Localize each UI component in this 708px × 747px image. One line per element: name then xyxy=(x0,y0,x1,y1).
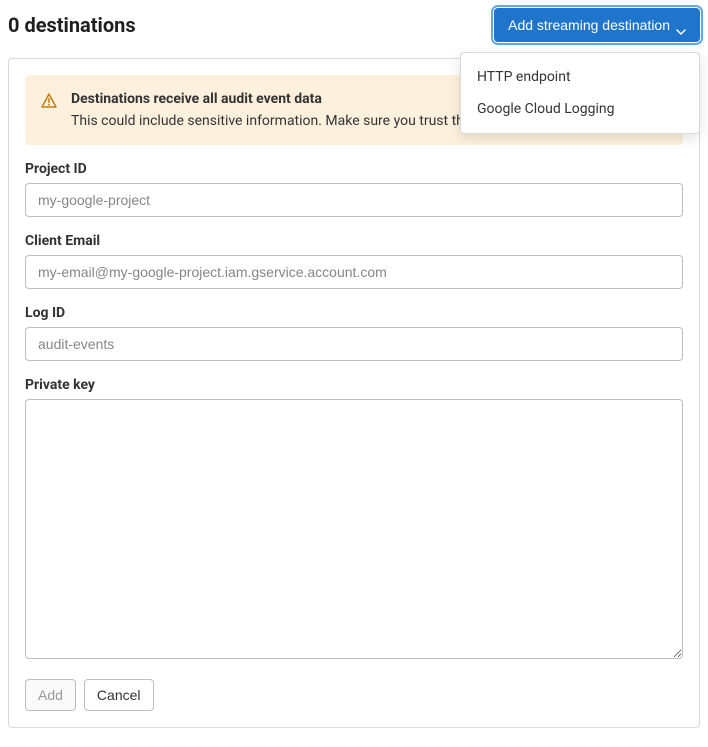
log-id-input[interactable] xyxy=(25,327,683,361)
warning-icon xyxy=(41,93,57,109)
add-streaming-destination-button[interactable]: Add streaming destination xyxy=(494,8,700,42)
project-id-label: Project ID xyxy=(25,161,683,177)
cancel-button[interactable]: Cancel xyxy=(84,679,154,711)
dropdown-item-http-endpoint[interactable]: HTTP endpoint xyxy=(461,61,699,93)
project-id-input[interactable] xyxy=(25,183,683,217)
private-key-label: Private key xyxy=(25,377,683,393)
dropdown-item-google-cloud-logging[interactable]: Google Cloud Logging xyxy=(461,93,699,125)
chevron-down-icon xyxy=(676,22,686,28)
client-email-input[interactable] xyxy=(25,255,683,289)
client-email-label: Client Email xyxy=(25,233,683,249)
destination-type-dropdown: HTTP endpoint Google Cloud Logging xyxy=(460,52,700,134)
private-key-textarea[interactable] xyxy=(25,399,683,659)
add-button[interactable]: Add xyxy=(25,679,76,711)
add-button-label: Add streaming destination xyxy=(508,17,670,33)
log-id-label: Log ID xyxy=(25,305,683,321)
page-title: 0 destinations xyxy=(8,13,136,37)
destination-form-card: Destinations receive all audit event dat… xyxy=(8,58,700,728)
